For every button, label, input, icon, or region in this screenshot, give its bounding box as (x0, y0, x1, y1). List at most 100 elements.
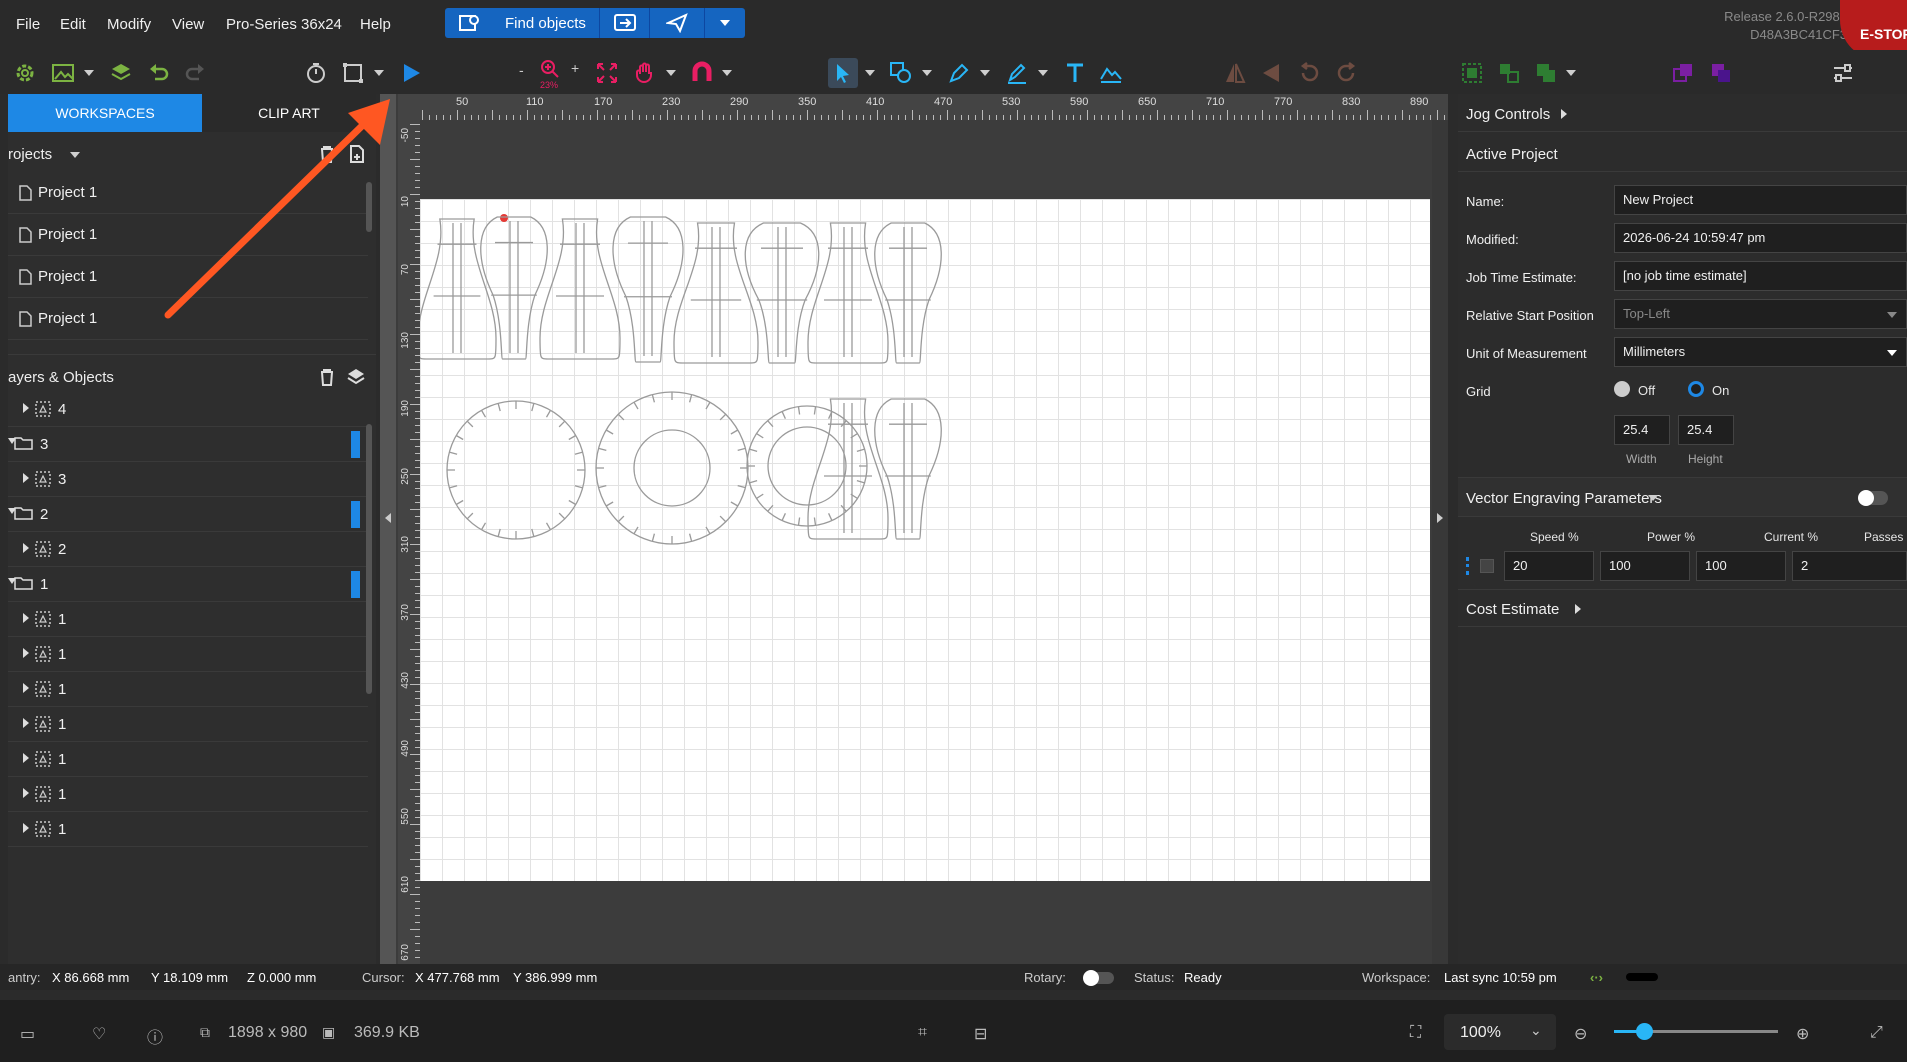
bottle-part[interactable] (420, 218, 497, 360)
fit-view-button[interactable] (594, 60, 620, 86)
project-name-field[interactable]: New Project (1614, 185, 1907, 215)
vector-engraving-header[interactable]: Vector Engraving Parameters (1458, 477, 1907, 517)
grid-height-input[interactable]: 25.4 (1678, 415, 1734, 445)
unit-select[interactable]: Millimeters (1614, 337, 1907, 367)
filmstrip-icon[interactable]: ▭ (20, 1024, 35, 1044)
expand-arrow-icon[interactable] (22, 822, 30, 834)
draw-tool-button[interactable] (1004, 60, 1030, 86)
start-job-button[interactable] (398, 60, 424, 86)
bottle-part[interactable] (874, 398, 942, 540)
expand-arrow-icon[interactable] (22, 402, 30, 414)
zoom-slider-knob[interactable] (1635, 1023, 1653, 1040)
expand-arrow-icon[interactable] (22, 787, 30, 799)
rotary-toggle[interactable] (1083, 970, 1114, 986)
speed-input[interactable]: 20 (1504, 551, 1594, 581)
ungroup-button[interactable] (1496, 60, 1522, 86)
drag-handle-icon[interactable] (1466, 557, 1469, 575)
expand-arrow-icon[interactable] (22, 612, 30, 624)
expand-arrow-icon[interactable] (22, 542, 30, 554)
layer-folder-row[interactable]: 2 (8, 497, 368, 532)
zoom-in-icon[interactable]: ⊕ (1796, 1024, 1809, 1044)
flip-button[interactable] (1258, 60, 1284, 86)
vector-engraving-toggle[interactable] (1858, 490, 1888, 506)
pan-button[interactable] (632, 60, 658, 86)
settings-button[interactable] (12, 60, 38, 86)
gear-ring-part[interactable] (595, 391, 749, 545)
zoom-out-minus[interactable]: - (519, 62, 524, 78)
text-tool-button[interactable] (1062, 60, 1088, 86)
send-button[interactable] (650, 8, 705, 38)
sync-icon[interactable]: ‹·› (1590, 970, 1603, 985)
layers-scrollbar[interactable] (366, 424, 372, 694)
chevron-down-icon[interactable] (922, 70, 932, 76)
layer-object-row[interactable]: 1 (8, 637, 368, 672)
find-objects-button[interactable]: Find objects (445, 8, 600, 38)
layer-folder-row[interactable]: 1 (8, 567, 368, 602)
bottle-part[interactable] (539, 218, 621, 360)
fullscreen-icon[interactable]: ⤢ (1870, 1024, 1883, 1042)
design-objects[interactable] (420, 199, 1430, 881)
layer-object-row[interactable]: 1 (8, 812, 368, 847)
collapse-left-icon[interactable] (384, 512, 392, 524)
start-position-select[interactable]: Top-Left (1614, 299, 1907, 329)
layer-object-row[interactable]: 1 (8, 672, 368, 707)
cost-estimate-header[interactable]: Cost Estimate (1458, 589, 1907, 627)
chevron-down-icon[interactable] (84, 70, 94, 76)
layer-color-bar[interactable] (351, 501, 360, 528)
redo-button[interactable] (183, 60, 209, 86)
chevron-down-icon[interactable] (722, 70, 732, 76)
menu-modify[interactable]: Modify (107, 16, 151, 33)
zoom-button[interactable] (537, 56, 563, 82)
select-tool-button[interactable] (828, 58, 858, 88)
collapse-right-icon[interactable] (1436, 512, 1444, 524)
menu-view[interactable]: View (172, 16, 204, 33)
bottle-part[interactable] (612, 216, 684, 363)
grid-off-radio[interactable] (1614, 381, 1630, 397)
layer-object-row[interactable]: 2 (8, 532, 368, 567)
pen-tool-button[interactable] (946, 60, 972, 86)
layer-folder-row[interactable]: 3 (8, 427, 368, 462)
menu-edit[interactable]: Edit (60, 16, 86, 33)
layers-button[interactable] (108, 60, 134, 86)
layer-object-row[interactable]: 1 (8, 742, 368, 777)
group-button[interactable] (1459, 60, 1485, 86)
fit-screen-icon[interactable]: ⛶ (1410, 1024, 1421, 1042)
gear-ring-part[interactable] (446, 400, 586, 540)
bottle-part[interactable] (673, 222, 759, 364)
shape-tool-button[interactable] (888, 60, 914, 86)
bottle-part[interactable] (480, 216, 548, 360)
layer-object-row[interactable]: 4 (8, 392, 368, 427)
gear-ring-part[interactable] (746, 405, 868, 527)
find-dropdown-button[interactable] (705, 8, 745, 38)
power-input[interactable]: 100 (1600, 551, 1690, 581)
trace-tool-button[interactable] (1098, 60, 1124, 86)
scan-icon[interactable]: ⌗ (918, 1024, 927, 1042)
zoom-select[interactable]: 100% ⌄ (1444, 1014, 1556, 1050)
menu-machine[interactable]: Pro-Series 36x24 (226, 16, 342, 33)
timer-button[interactable] (303, 60, 329, 86)
layer-object-row[interactable]: 3 (8, 462, 368, 497)
layer-object-row[interactable]: 1 (8, 707, 368, 742)
chevron-down-icon[interactable] (374, 70, 384, 76)
heart-icon[interactable]: ♡ (92, 1024, 106, 1044)
chevron-down-icon[interactable] (980, 70, 990, 76)
order-button[interactable] (1708, 60, 1734, 86)
work-sheet[interactable] (420, 199, 1430, 881)
rotate-left-button[interactable] (1296, 60, 1322, 86)
row-color-swatch[interactable] (1480, 559, 1494, 573)
passes-input[interactable]: 2 (1792, 551, 1907, 581)
current-input[interactable]: 100 (1696, 551, 1786, 581)
frame-button[interactable] (340, 60, 366, 86)
jog-controls-header[interactable]: Jog Controls (1458, 94, 1907, 132)
trash-icon[interactable] (318, 367, 336, 387)
zoom-out-icon[interactable]: ⊖ (1574, 1024, 1587, 1044)
zoom-in-plus[interactable]: + (571, 60, 579, 76)
layer-object-row[interactable]: 1 (8, 777, 368, 812)
chevron-down-icon[interactable] (666, 70, 676, 76)
chevron-down-icon[interactable] (865, 70, 875, 76)
panel-settings-button[interactable] (1830, 60, 1856, 86)
add-layer-icon[interactable] (346, 367, 368, 387)
boolean-button[interactable] (1533, 60, 1559, 86)
menu-help[interactable]: Help (360, 16, 391, 33)
expand-arrow-icon[interactable] (22, 717, 30, 729)
